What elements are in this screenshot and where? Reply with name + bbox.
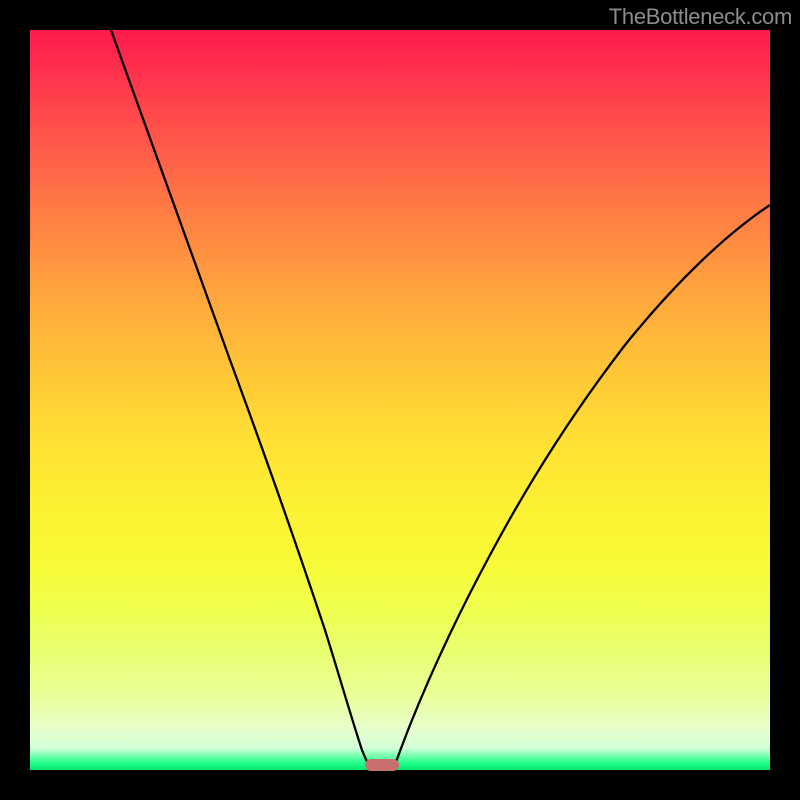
curve-left-branch — [111, 30, 371, 770]
bottleneck-marker — [365, 759, 399, 771]
curve-right-branch — [393, 205, 770, 770]
chart-container: TheBottleneck.com — [0, 0, 800, 800]
curve-layer — [30, 30, 770, 770]
plot-area — [30, 30, 770, 770]
watermark: TheBottleneck.com — [609, 4, 792, 30]
